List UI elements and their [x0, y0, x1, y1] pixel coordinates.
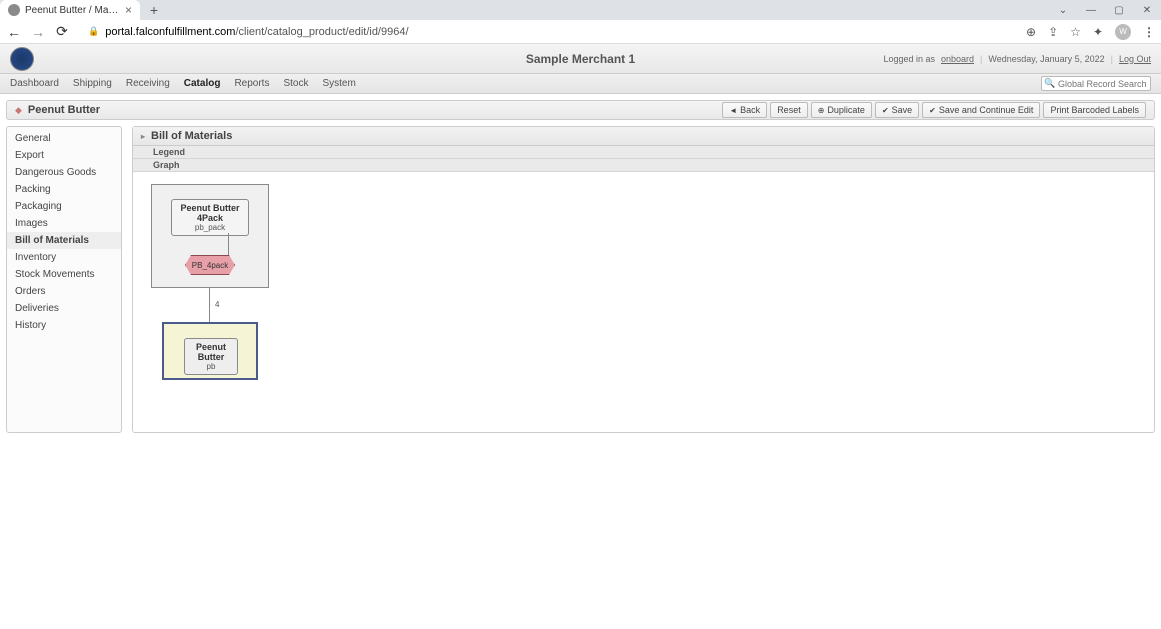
nav-reports[interactable]: Reports [234, 78, 269, 89]
nav-catalog[interactable]: Catalog [184, 78, 221, 89]
tab-favicon [8, 4, 20, 16]
node-name: Peenut Butter [189, 342, 233, 362]
url-text: portal.falconfulfillment.com/client/cata… [105, 26, 408, 38]
sidebar-item-history[interactable]: History [7, 317, 121, 334]
node-sku: pb_pack [176, 223, 244, 232]
page-title: Peenut Butter [28, 104, 100, 116]
profile-avatar[interactable]: W [1115, 24, 1131, 40]
nav-receiving[interactable]: Receiving [126, 78, 170, 89]
graph-parent-container[interactable]: Peenut Butter 4Pack pb_pack PB_4pack [151, 184, 269, 288]
main-panel: ▸ Bill of Materials Legend Graph Peenut … [132, 126, 1155, 433]
page-header-icon: ◆ [15, 105, 22, 116]
chevron-icon: ▸ [141, 132, 145, 141]
back-icon: ◄ [729, 106, 737, 115]
lock-icon: 🔒 [88, 26, 99, 37]
back-button[interactable]: ◄Back [722, 102, 767, 118]
bookmark-icon[interactable]: ☆ [1070, 25, 1081, 39]
reset-button[interactable]: Reset [770, 102, 808, 118]
duplicate-button[interactable]: ⊕Duplicate [811, 102, 872, 118]
sidebar-item-packing[interactable]: Packing [7, 181, 121, 198]
check-icon: ✔ [929, 106, 936, 115]
current-date: Wednesday, January 5, 2022 [988, 54, 1104, 64]
minimize-button[interactable]: — [1077, 0, 1105, 20]
print-labels-button[interactable]: Print Barcoded Labels [1043, 102, 1146, 118]
sidebar-item-inventory[interactable]: Inventory [7, 249, 121, 266]
browser-tab-strip: Peenut Butter / Manage Produc × + ⌄ — ▢ … [0, 0, 1161, 20]
sidebar-item-deliveries[interactable]: Deliveries [7, 300, 121, 317]
panel-title: Bill of Materials [151, 130, 232, 142]
body-columns: General Export Dangerous Goods Packing P… [6, 126, 1155, 433]
graph-hexagon-node[interactable]: PB_4pack [185, 255, 235, 275]
logged-in-user-link[interactable]: onboard [941, 54, 974, 64]
graph-node-child[interactable]: Peenut Butter pb [184, 338, 238, 375]
nav-shipping[interactable]: Shipping [73, 78, 112, 89]
save-continue-button[interactable]: ✔Save and Continue Edit [922, 102, 1040, 118]
tab-close-icon[interactable]: × [125, 3, 132, 17]
merchant-name: Sample Merchant 1 [526, 52, 635, 66]
address-bar: ← → ⟳ 🔒 portal.falconfulfillment.com/cli… [0, 20, 1161, 44]
sidebar-item-general[interactable]: General [7, 130, 121, 147]
extensions-icon[interactable]: ✦ [1093, 25, 1103, 39]
chrome-dropdown-icon[interactable]: ⌄ [1049, 0, 1077, 20]
nav-system[interactable]: System [322, 78, 355, 89]
browser-tab[interactable]: Peenut Butter / Manage Produc × [0, 0, 140, 20]
check-icon: ✔ [882, 106, 889, 115]
global-search: 🔍 [1041, 76, 1151, 91]
sidebar-item-images[interactable]: Images [7, 215, 121, 232]
sidebar: General Export Dangerous Goods Packing P… [6, 126, 122, 433]
save-button[interactable]: ✔Save [875, 102, 919, 118]
node-name: Peenut Butter 4Pack [176, 203, 244, 223]
graph-edge [209, 288, 210, 322]
sidebar-item-export[interactable]: Export [7, 147, 121, 164]
page-actions: ◄Back Reset ⊕Duplicate ✔Save ✔Save and C… [722, 102, 1146, 118]
sidebar-item-bom[interactable]: Bill of Materials [7, 232, 121, 249]
duplicate-icon: ⊕ [818, 106, 825, 115]
panel-header: ▸ Bill of Materials [133, 127, 1154, 146]
content-wrap: ◆ Peenut Butter ◄Back Reset ⊕Duplicate ✔… [0, 94, 1161, 439]
logged-in-prefix: Logged in as [883, 54, 935, 64]
app-header: Sample Merchant 1 Logged in as onboard |… [0, 44, 1161, 74]
graph-area: Peenut Butter 4Pack pb_pack PB_4pack 4 ▼… [133, 172, 1154, 432]
maximize-button[interactable]: ▢ [1105, 0, 1133, 20]
menu-icon[interactable]: ⋮ [1143, 25, 1155, 39]
zoom-icon[interactable]: ⊕ [1026, 25, 1036, 39]
window-controls: ⌄ — ▢ ✕ [1049, 0, 1161, 20]
graph-child-container[interactable]: Peenut Butter pb [162, 322, 258, 380]
close-window-button[interactable]: ✕ [1133, 0, 1161, 20]
separator: | [1111, 54, 1113, 64]
share-icon[interactable]: ⇪ [1048, 25, 1058, 39]
nav-dashboard[interactable]: Dashboard [10, 78, 59, 89]
browser-action-icons: ⊕ ⇪ ☆ ✦ W ⋮ [1026, 24, 1155, 40]
sidebar-item-orders[interactable]: Orders [7, 283, 121, 300]
legend-bar[interactable]: Legend [133, 146, 1154, 159]
search-icon: 🔍 [1044, 78, 1055, 89]
url-field[interactable]: 🔒 portal.falconfulfillment.com/client/ca… [88, 26, 1018, 38]
header-right: Logged in as onboard | Wednesday, Januar… [883, 54, 1151, 64]
graph-bar[interactable]: Graph [133, 159, 1154, 172]
graph-edge-qty: 4 [215, 300, 219, 309]
sidebar-item-stock-movements[interactable]: Stock Movements [7, 266, 121, 283]
graph-node-parent[interactable]: Peenut Butter 4Pack pb_pack [171, 199, 249, 236]
separator: | [980, 54, 982, 64]
reload-icon[interactable]: ⟳ [54, 23, 70, 40]
page-header: ◆ Peenut Butter ◄Back Reset ⊕Duplicate ✔… [6, 100, 1155, 120]
main-nav: Dashboard Shipping Receiving Catalog Rep… [0, 74, 1161, 94]
new-tab-button[interactable]: + [140, 0, 168, 20]
graph-edge [228, 233, 229, 255]
global-search-input[interactable] [1041, 76, 1151, 91]
node-sku: pb [189, 362, 233, 371]
tab-title: Peenut Butter / Manage Produc [25, 5, 120, 16]
sidebar-item-dangerous-goods[interactable]: Dangerous Goods [7, 164, 121, 181]
forward-nav-icon[interactable]: → [30, 24, 46, 40]
logout-link[interactable]: Log Out [1119, 54, 1151, 64]
nav-stock[interactable]: Stock [283, 78, 308, 89]
sidebar-item-packaging[interactable]: Packaging [7, 198, 121, 215]
back-nav-icon[interactable]: ← [6, 24, 22, 40]
app-logo[interactable] [10, 47, 34, 71]
